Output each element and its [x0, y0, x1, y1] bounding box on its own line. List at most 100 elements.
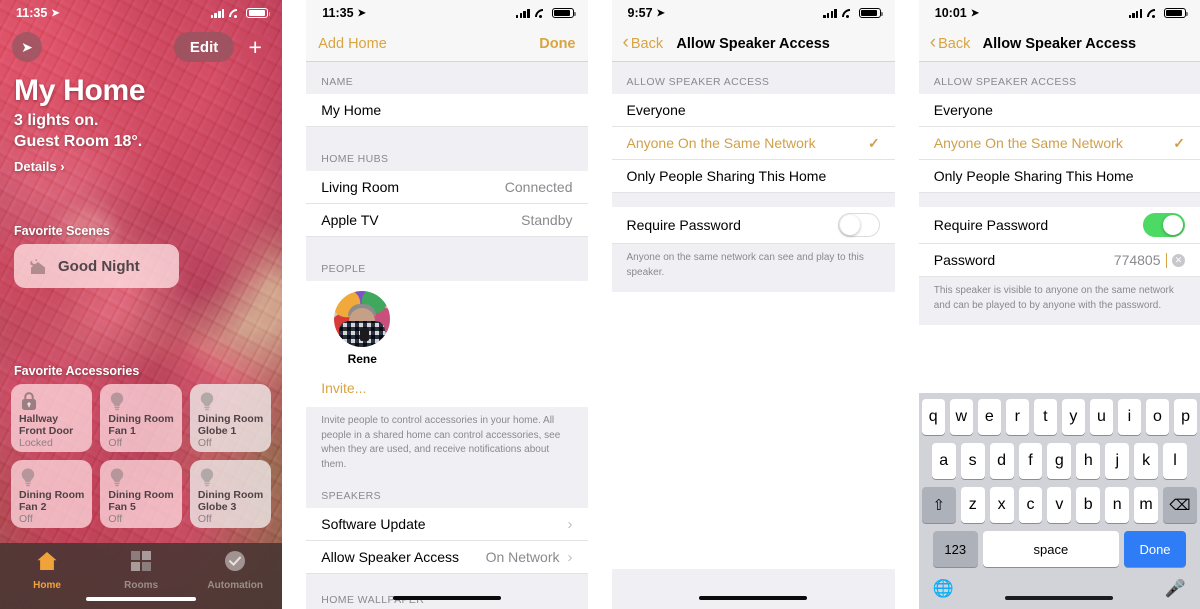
key-g[interactable]: g — [1047, 443, 1072, 479]
key-c[interactable]: c — [1018, 487, 1043, 523]
key-a[interactable]: a — [931, 443, 956, 479]
require-password-row[interactable]: Require Password — [611, 207, 895, 244]
key-e[interactable]: e — [977, 399, 1001, 435]
tab-bar: Home Rooms Automation — [0, 543, 283, 609]
person-rene[interactable]: Rene — [306, 291, 391, 366]
require-password-row[interactable]: Require Password — [918, 207, 1200, 244]
key-l[interactable]: l — [1163, 443, 1188, 479]
invite-button[interactable]: Invite... — [306, 372, 588, 407]
tab-rooms[interactable]: Rooms — [94, 550, 188, 591]
numbers-key[interactable]: 123 — [932, 531, 978, 567]
accessory-tile[interactable]: Dining Room Fan 1 Off — [100, 384, 182, 452]
status-bar: 11:35 ➤ — [306, 0, 588, 26]
avatar-phone — [360, 328, 369, 341]
require-password-toggle[interactable] — [837, 213, 880, 237]
hub-row-living-room[interactable]: Living Room Connected — [306, 171, 588, 204]
key-v[interactable]: v — [1047, 487, 1072, 523]
chevron-right-icon: › — [567, 548, 573, 566]
favorite-accessories-header: Favorite Accessories — [14, 364, 140, 378]
key-x[interactable]: x — [989, 487, 1014, 523]
option-everyone[interactable]: Everyone — [611, 94, 895, 127]
microphone-icon[interactable]: 🎤 — [1165, 579, 1186, 599]
key-q[interactable]: q — [921, 399, 945, 435]
require-password-toggle[interactable] — [1143, 213, 1185, 237]
cellular-bars-icon — [823, 8, 837, 18]
battery-icon — [858, 7, 883, 19]
option-anyone-same-network[interactable]: Anyone On the Same Network ✓ — [918, 127, 1200, 160]
hub-label: Apple TV — [321, 212, 379, 228]
globe-icon[interactable]: 🌐 — [933, 579, 954, 599]
key-k[interactable]: k — [1134, 443, 1159, 479]
key-y[interactable]: y — [1061, 399, 1085, 435]
add-home-button[interactable]: Add Home — [318, 36, 387, 52]
back-button[interactable]: ‹ Back — [623, 33, 664, 52]
scene-name: Good Night — [58, 257, 140, 275]
option-label: Only People Sharing This Home — [933, 168, 1134, 184]
add-button[interactable]: + — [240, 32, 271, 62]
text-caret — [1165, 252, 1167, 268]
key-s[interactable]: s — [960, 443, 985, 479]
accessory-name-line1: Dining Room — [108, 489, 174, 501]
key-t[interactable]: t — [1033, 399, 1057, 435]
key-f[interactable]: f — [1018, 443, 1043, 479]
bulb-icon — [198, 391, 220, 413]
keyboard-row-4: 123 space Done — [919, 531, 1200, 567]
accessory-name-line1: Dining Room — [197, 413, 264, 425]
tab-home[interactable]: Home — [0, 550, 94, 591]
edit-button[interactable]: Edit — [173, 32, 235, 62]
done-key[interactable]: Done — [1124, 531, 1186, 567]
option-only-people-sharing[interactable]: Only People Sharing This Home — [611, 160, 895, 193]
option-only-people-sharing[interactable]: Only People Sharing This Home — [918, 160, 1200, 193]
accessory-tile[interactable]: Dining Room Globe 1 Off — [189, 384, 272, 452]
key-d[interactable]: d — [989, 443, 1014, 479]
key-h[interactable]: h — [1076, 443, 1101, 479]
scene-tile-good-night[interactable]: Good Night — [14, 244, 179, 289]
key-i[interactable]: i — [1117, 399, 1141, 435]
accessory-tile[interactable]: Dining Room Fan 2 Off — [11, 460, 93, 528]
status-bar: 11:35 ➤ — [0, 0, 282, 26]
password-row[interactable]: Password 774805 ✕ — [918, 244, 1200, 277]
shift-icon[interactable]: ⇧ — [921, 487, 956, 523]
chevron-left-icon: ‹ — [929, 32, 937, 53]
panel-speaker-access-password: 10:01 ➤ ‹ Back Allow Speaker Access ALLO… — [918, 0, 1200, 609]
key-m[interactable]: m — [1134, 487, 1158, 523]
option-everyone[interactable]: Everyone — [918, 94, 1200, 127]
row-label: Software Update — [321, 516, 426, 532]
key-n[interactable]: n — [1105, 487, 1130, 523]
key-o[interactable]: o — [1145, 399, 1169, 435]
backspace-icon[interactable]: ⌫ — [1162, 487, 1197, 523]
clear-text-icon[interactable]: ✕ — [1172, 253, 1185, 267]
key-w[interactable]: w — [949, 399, 973, 435]
key-p[interactable]: p — [1174, 399, 1198, 435]
status-time: 11:35 — [322, 6, 354, 20]
accessory-tile[interactable]: Hallway Front Door Locked — [11, 384, 93, 452]
row-allow-speaker-access[interactable]: Allow Speaker Access On Network › — [306, 541, 588, 574]
home-name-field[interactable]: My Home — [306, 94, 588, 127]
key-b[interactable]: b — [1076, 487, 1101, 523]
bulb-icon — [198, 467, 220, 489]
people-section-header: PEOPLE — [306, 237, 588, 281]
key-u[interactable]: u — [1089, 399, 1113, 435]
nav-bar: ‹ Back Allow Speaker Access — [611, 26, 895, 62]
hub-row-apple-tv[interactable]: Apple TV Standby — [306, 204, 588, 237]
password-input[interactable]: 774805 — [1114, 252, 1161, 268]
done-button[interactable]: Done — [539, 36, 575, 52]
on-screen-keyboard: q w e r t y u i o p a s d f g h j k l ⇧ … — [918, 393, 1200, 609]
details-link[interactable]: Details › — [0, 152, 282, 174]
location-arrow-icon: ➤ — [970, 7, 980, 19]
accessory-state: Off — [197, 437, 212, 450]
key-z[interactable]: z — [960, 487, 985, 523]
tab-automation[interactable]: Automation — [188, 550, 282, 591]
option-anyone-same-network[interactable]: Anyone On the Same Network ✓ — [611, 127, 895, 160]
key-r[interactable]: r — [1005, 399, 1029, 435]
location-button[interactable]: ➤ — [12, 32, 42, 62]
key-j[interactable]: j — [1105, 443, 1130, 479]
row-software-update[interactable]: Software Update › — [306, 508, 588, 541]
accessory-tile[interactable]: Dining Room Fan 5 Off — [100, 460, 182, 528]
accessory-tile[interactable]: Dining Room Globe 3 Off — [189, 460, 272, 528]
toggle-knob — [1163, 215, 1183, 235]
back-button[interactable]: ‹ Back — [929, 32, 971, 53]
space-key[interactable]: space — [982, 531, 1119, 567]
require-password-label: Require Password — [933, 217, 1049, 233]
accessory-name-line1: Dining Room — [108, 413, 174, 425]
